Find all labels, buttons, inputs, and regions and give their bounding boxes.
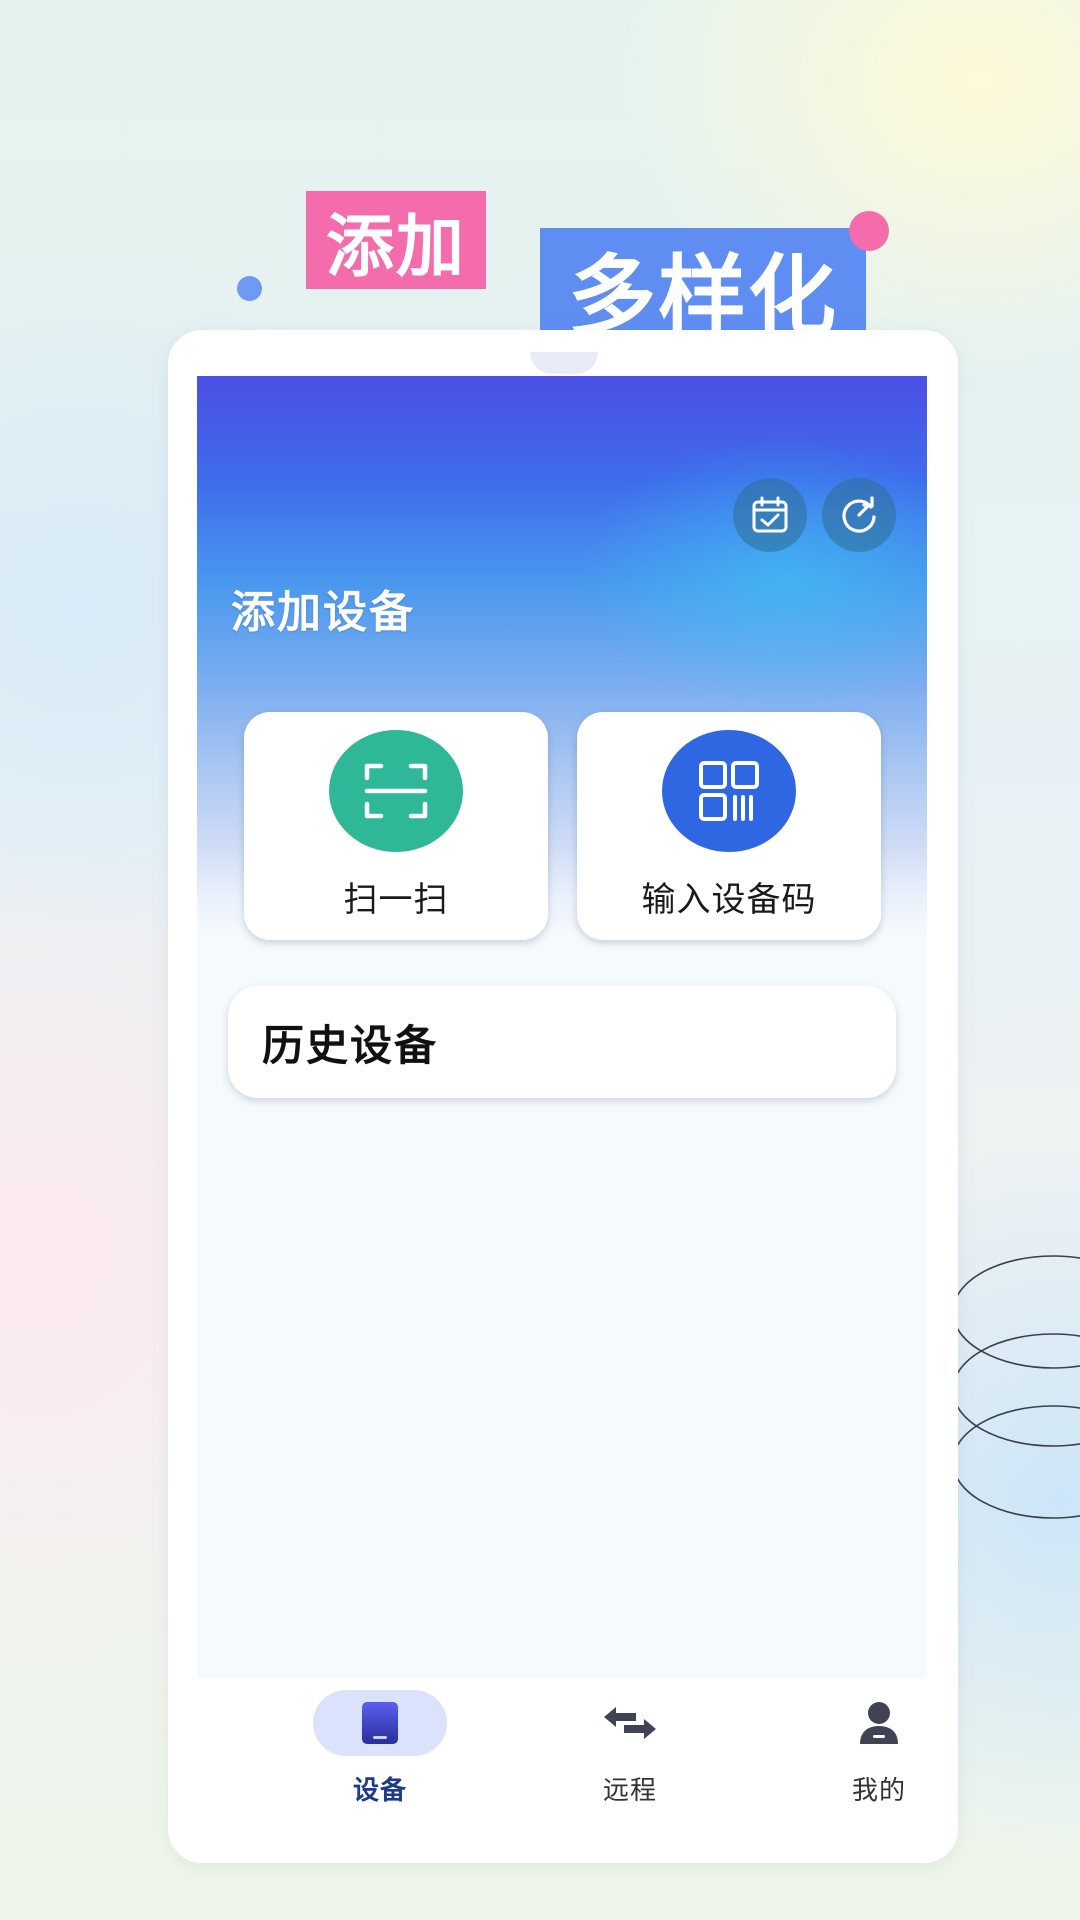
nav-mine-icon-pill	[812, 1690, 946, 1756]
scan-button[interactable]: 扫一扫	[244, 712, 548, 940]
qr-icon-circle	[662, 730, 796, 852]
calendar-check-icon	[752, 496, 788, 533]
nav-devices-icon-pill	[313, 1690, 447, 1756]
calendar-check-button[interactable]	[733, 478, 807, 552]
history-devices-card[interactable]: 历史设备	[228, 986, 896, 1098]
app-screen: 添加设备 扫一扫 输入设备码 历史设备	[197, 376, 927, 1678]
decor-dot-blue	[237, 276, 262, 301]
scan-icon-circle	[329, 730, 463, 852]
promo-tag-add: 添加	[306, 191, 486, 289]
enter-code-label: 输入设备码	[641, 880, 817, 920]
phone-frame: 添加设备 扫一扫 输入设备码 历史设备 设备 远程 我的	[168, 330, 958, 1863]
nav-label-devices: 设备	[352, 1776, 407, 1806]
bottom-nav: 设备 远程 我的	[168, 1690, 958, 1840]
nav-item-devices[interactable]: 设备	[280, 1690, 480, 1807]
decor-dot-pink	[849, 211, 889, 251]
person-icon	[860, 1702, 898, 1744]
swap-arrows-icon	[604, 1707, 656, 1739]
refresh-button[interactable]	[822, 478, 896, 552]
tablet-icon	[362, 1702, 398, 1744]
add-device-title: 添加设备	[231, 587, 415, 638]
nav-remote-icon-pill	[563, 1690, 697, 1756]
enter-device-code-button[interactable]: 输入设备码	[577, 712, 881, 940]
camera-notch	[530, 352, 598, 374]
refresh-icon	[842, 496, 876, 533]
history-devices-title: 历史设备	[262, 1020, 439, 1070]
nav-label-mine: 我的	[851, 1776, 906, 1806]
nav-label-remote: 远程	[602, 1776, 657, 1806]
nav-item-mine[interactable]: 我的	[779, 1690, 979, 1807]
nav-item-remote[interactable]: 远程	[530, 1690, 730, 1807]
qr-code-icon	[699, 761, 759, 821]
scan-icon	[364, 763, 428, 819]
promo-text-add: 添加	[325, 207, 466, 287]
scan-label: 扫一扫	[343, 880, 449, 920]
decor-rings	[958, 1255, 1080, 1519]
